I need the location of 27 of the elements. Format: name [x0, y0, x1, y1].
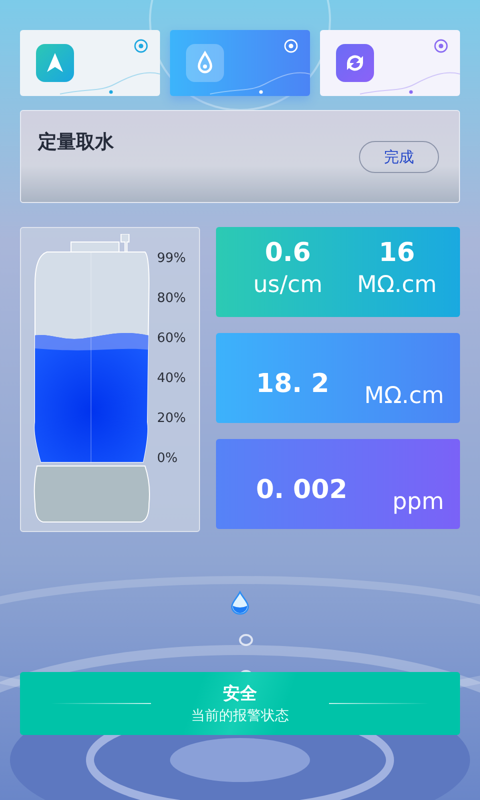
reading-unit: MΩ.cm	[356, 271, 437, 300]
scale-label: 0%	[157, 450, 179, 468]
refresh-icon	[336, 44, 374, 82]
reading-unit: us/cm	[253, 271, 323, 300]
reading-unit: MΩ.cm	[364, 383, 444, 409]
mode-card[interactable]	[320, 30, 460, 96]
scale-label: 60%	[157, 330, 186, 348]
done-button[interactable]: 完成	[359, 141, 439, 173]
task-title: 定量取水	[38, 130, 114, 155]
mode-card[interactable]	[170, 30, 310, 96]
status-title: 安全	[223, 682, 257, 706]
reading-value: 18. 2	[256, 369, 330, 399]
radio-icon	[284, 39, 298, 53]
radio-icon	[134, 39, 148, 53]
scale-label: 80%	[157, 290, 186, 308]
reading-unit: ppm	[392, 489, 444, 515]
reading-value: 0. 002	[256, 475, 348, 505]
water-drop-icon	[186, 44, 224, 82]
mode-card[interactable]	[20, 30, 160, 96]
scale-label: 20%	[157, 410, 186, 428]
reading-value: 0.6	[264, 237, 311, 269]
reading-value: 16	[378, 237, 415, 269]
scale-label: 40%	[157, 370, 186, 388]
status-subtitle: 当前的报警状态	[191, 706, 289, 726]
radio-icon	[434, 39, 448, 53]
water-drop-icon	[230, 590, 250, 616]
scale-label: 99%	[157, 250, 186, 268]
